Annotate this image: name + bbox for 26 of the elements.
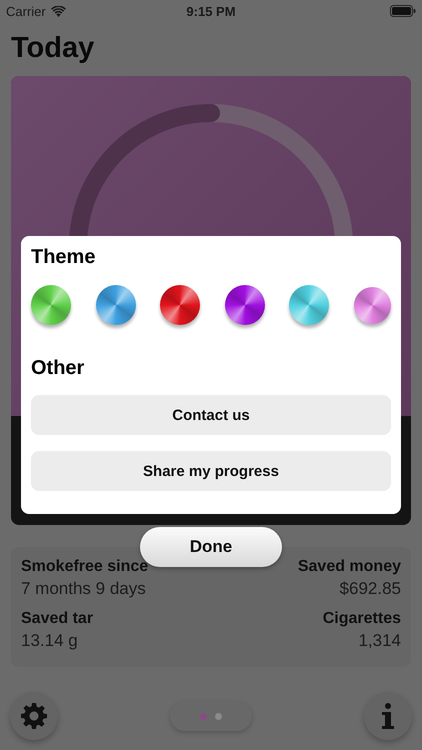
theme-swatch[interactable] <box>160 285 200 325</box>
share-button[interactable]: Share my progress <box>31 451 391 491</box>
battery-icon <box>390 5 416 17</box>
stat-value: 7 months 9 days <box>21 579 147 599</box>
stat-value: 1,314 <box>358 631 401 651</box>
contact-button[interactable]: Contact us <box>31 395 391 435</box>
stat-label: Saved money <box>298 558 401 576</box>
stat-label: Cigarettes <box>322 610 401 628</box>
settings-icon <box>20 702 48 730</box>
section-heading: Theme <box>31 246 96 269</box>
page-title: Today <box>11 32 96 66</box>
stat-label: Saved tar <box>21 610 94 628</box>
wifi-icon <box>50 6 66 16</box>
theme-swatch[interactable] <box>31 285 71 325</box>
page-dot[interactable] <box>215 712 222 720</box>
theme-swatch[interactable] <box>289 285 330 325</box>
info-icon <box>381 703 395 729</box>
carrier-label: Carrier <box>6 4 46 18</box>
page-dot[interactable] <box>200 712 207 720</box>
clock-time: 9:15 PM <box>186 4 236 18</box>
theme-swatch[interactable] <box>96 285 136 325</box>
section-heading: Other <box>31 357 84 380</box>
theme-swatch[interactable] <box>224 285 265 325</box>
stat-value: 13.14 g <box>21 631 79 651</box>
stat-value: $692.85 <box>340 579 401 599</box>
theme-swatch[interactable] <box>354 287 391 324</box>
